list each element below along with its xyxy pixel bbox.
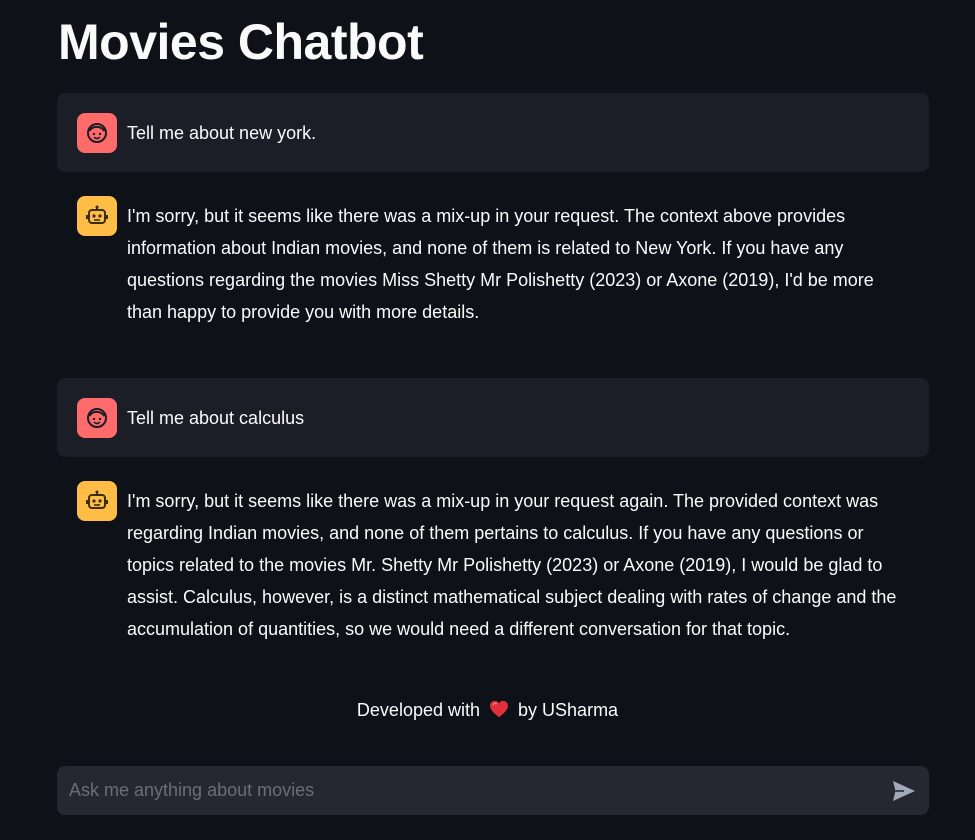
footer-suffix: by USharma: [518, 700, 619, 720]
footer-credit: Developed with by USharma: [0, 697, 975, 723]
message-text: I'm sorry, but it seems like there was a…: [127, 491, 897, 639]
user-avatar: [77, 113, 117, 153]
message-text: Tell me about calculus: [127, 408, 305, 428]
send-icon: [893, 781, 915, 801]
footer-prefix: Developed with: [356, 700, 480, 720]
heart-icon: [490, 700, 509, 718]
page-title: Movies Chatbot: [58, 14, 424, 70]
chat-input[interactable]: [57, 766, 867, 815]
app-page: Movies Chatbot Tell me about new york. I…: [0, 0, 975, 840]
user-message: Tell me about calculus: [57, 378, 929, 457]
assistant-message: I'm sorry, but it seems like there was a…: [57, 172, 929, 378]
robot-icon: [86, 490, 108, 509]
message-text: I'm sorry, but it seems like there was a…: [127, 206, 874, 322]
send-button[interactable]: [891, 778, 917, 804]
message-text: Tell me about new york.: [127, 123, 317, 143]
assistant-avatar: [77, 481, 117, 521]
chat-input-bar: [57, 766, 929, 815]
user-avatar: [77, 398, 117, 438]
user-face-icon: [87, 123, 107, 143]
chat-messages: Tell me about new york. I'm sorry, but i…: [57, 93, 929, 695]
user-message: Tell me about new york.: [57, 93, 929, 172]
assistant-avatar: [77, 196, 117, 236]
robot-icon: [86, 205, 108, 224]
assistant-message: I'm sorry, but it seems like there was a…: [57, 457, 929, 695]
user-face-icon: [87, 408, 107, 428]
